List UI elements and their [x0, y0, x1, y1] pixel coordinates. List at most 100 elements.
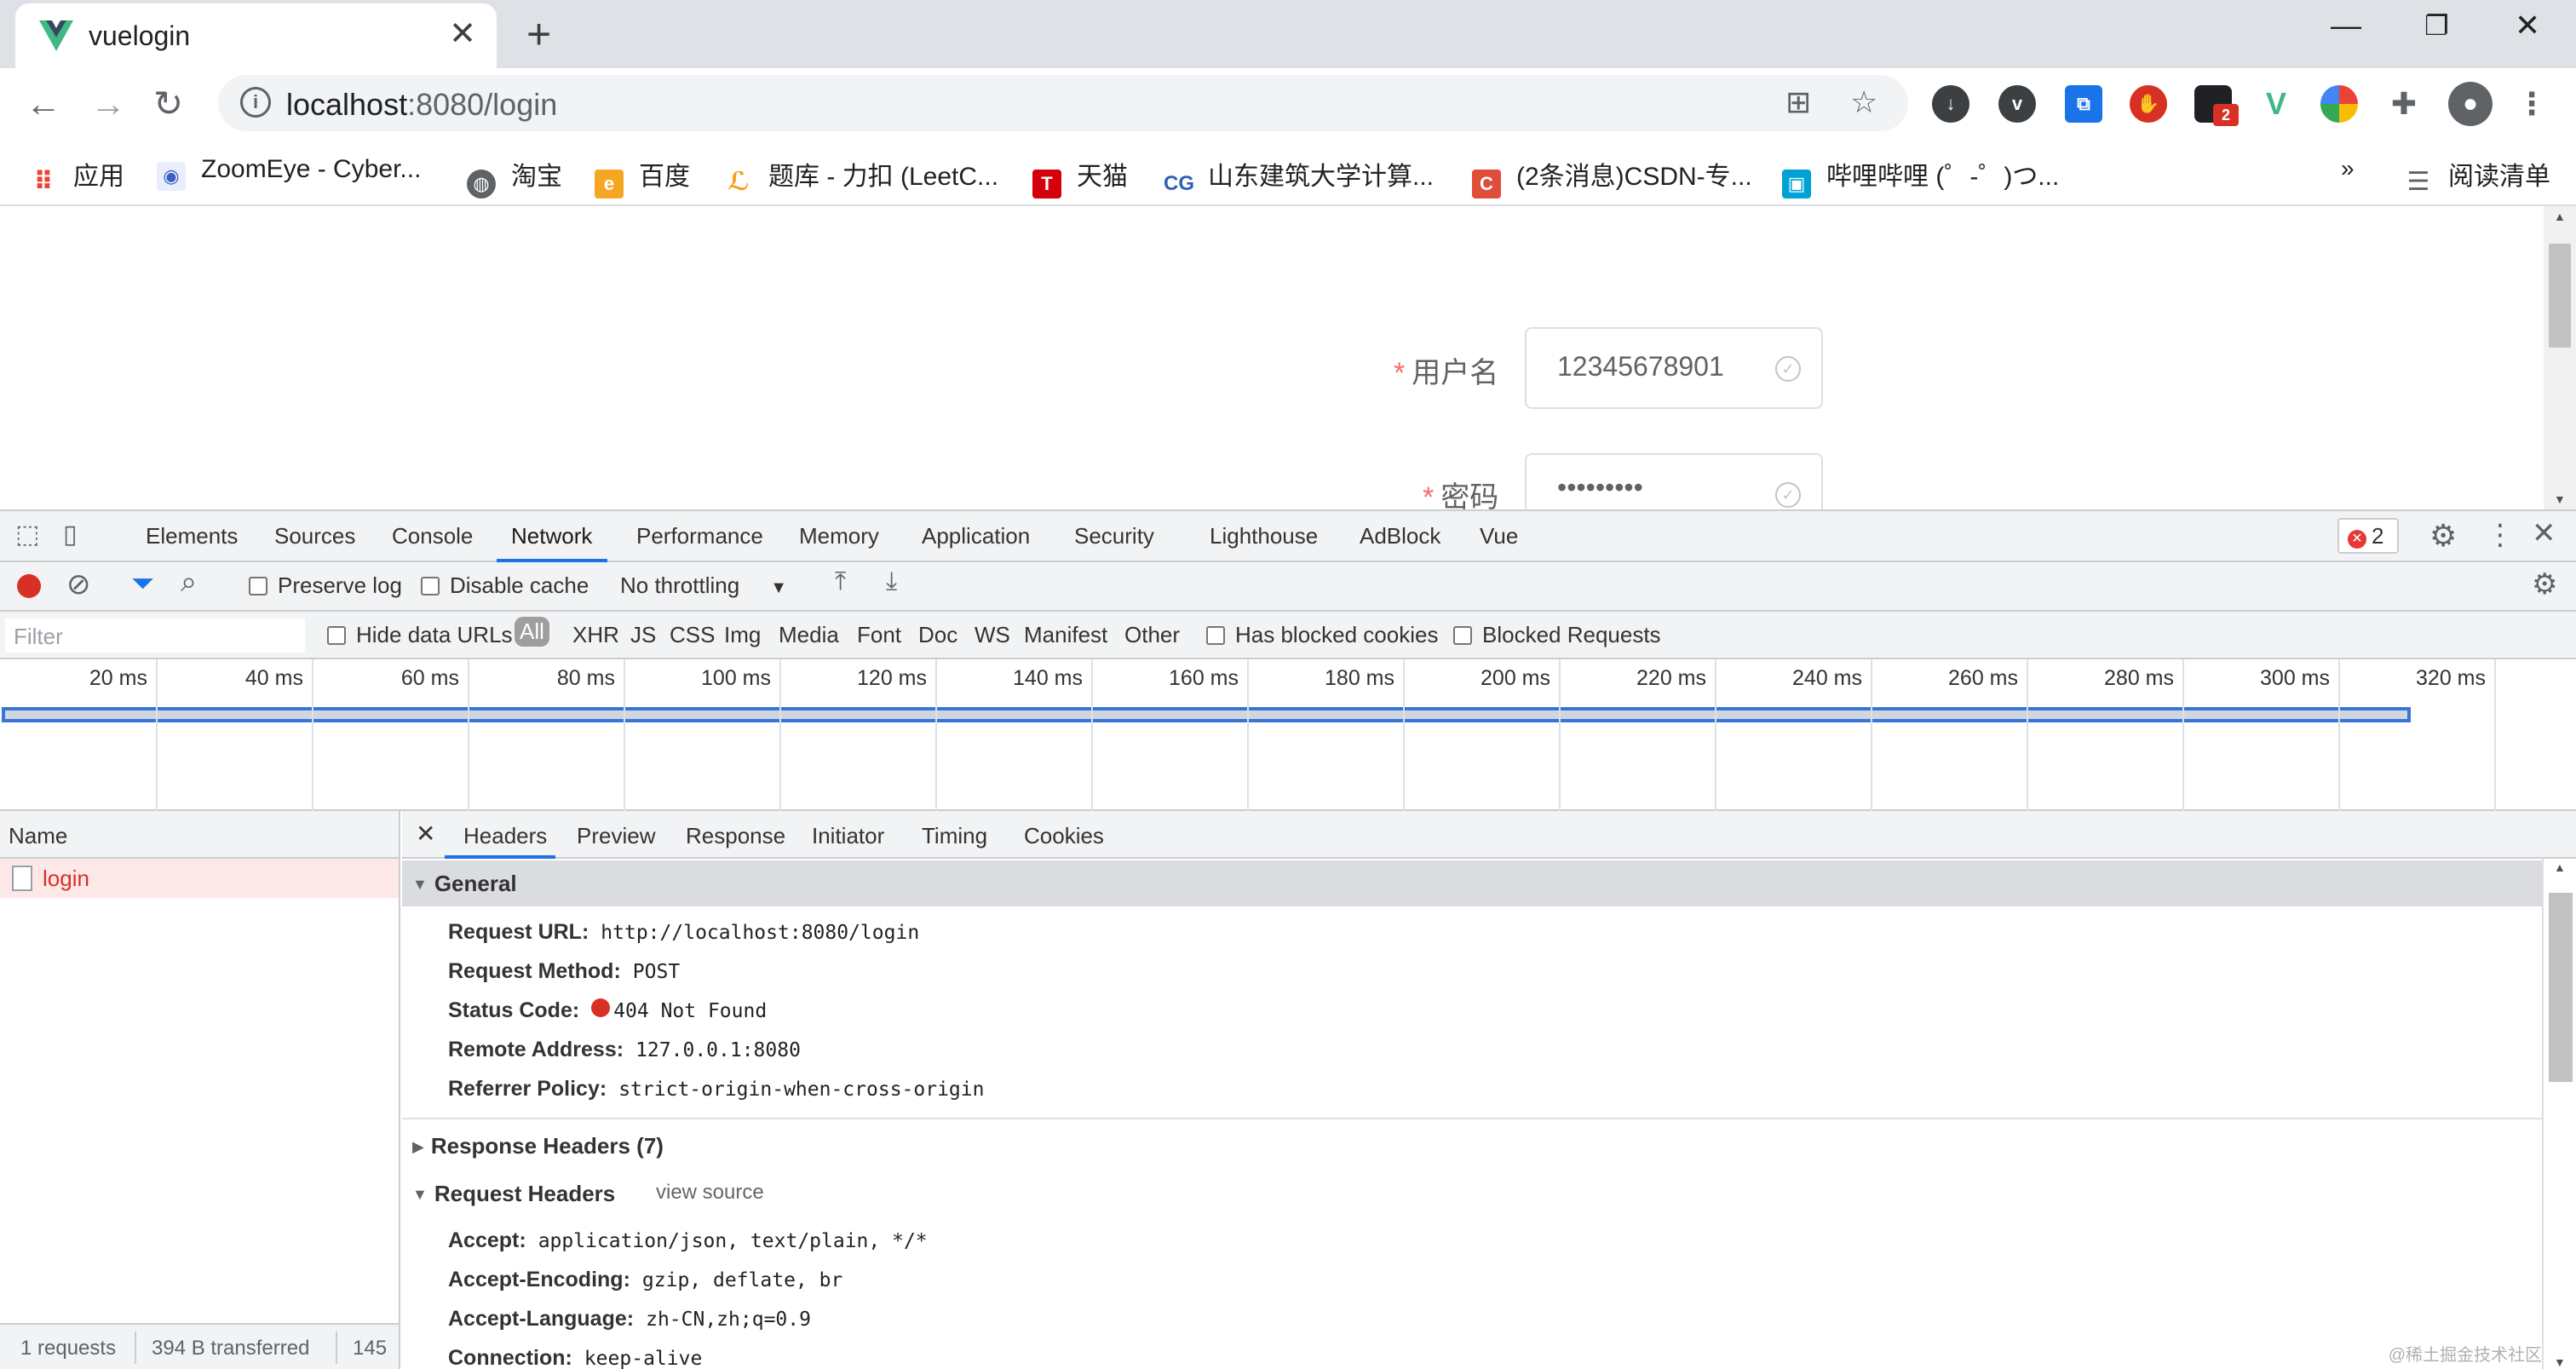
type-filter-xhr[interactable]: XHR: [572, 622, 619, 648]
throttling-select[interactable]: No throttling ▼: [620, 572, 787, 599]
record-icon[interactable]: [17, 574, 41, 598]
tab-application[interactable]: Application: [922, 523, 1030, 549]
scroll-down-icon[interactable]: ▼: [2554, 1355, 2566, 1369]
type-filter-js[interactable]: JS: [630, 622, 656, 648]
devtools-menu-icon[interactable]: ⋮: [2486, 518, 2515, 552]
tab-console[interactable]: Console: [392, 523, 473, 549]
window-close-icon[interactable]: ✕: [2515, 9, 2540, 43]
detail-tab-cookies[interactable]: Cookies: [1024, 823, 1104, 849]
inspect-element-icon[interactable]: ⬚: [15, 520, 39, 549]
response-headers-section-header[interactable]: ▶ Response Headers (7): [402, 1123, 2542, 1169]
page-scrollbar[interactable]: ▲ ▼: [2544, 206, 2576, 509]
clear-icon[interactable]: ⊘: [66, 567, 91, 601]
search-icon[interactable]: ⌕: [181, 566, 197, 599]
request-row[interactable]: login: [0, 859, 399, 898]
vd-extension-icon[interactable]: v: [1998, 85, 2036, 123]
detail-tab-preview[interactable]: Preview: [577, 823, 655, 849]
tab-security[interactable]: Security: [1074, 523, 1154, 549]
tab-adblock[interactable]: AdBlock: [1360, 523, 1440, 549]
vue-devtools-extension-icon[interactable]: V: [2257, 85, 2295, 123]
has-blocked-cookies-checkbox[interactable]: Has blocked cookies: [1206, 622, 1438, 648]
filter-input[interactable]: Filter: [5, 618, 305, 653]
detail-scroll-thumb[interactable]: [2549, 893, 2573, 1082]
username-input[interactable]: 12345678901 ✓: [1525, 327, 1823, 409]
disable-cache-checkbox[interactable]: Disable cache: [421, 572, 589, 599]
type-filter-manifest[interactable]: Manifest: [1024, 622, 1107, 648]
type-filter-other[interactable]: Other: [1124, 622, 1180, 648]
browser-tab[interactable]: vuelogin ✕: [15, 3, 497, 68]
devtools-settings-icon[interactable]: ⚙: [2429, 518, 2457, 554]
new-tab-icon[interactable]: +: [526, 10, 551, 58]
error-count-badge[interactable]: ✕ 2: [2337, 518, 2399, 554]
scroll-up-icon[interactable]: ▲: [2554, 210, 2566, 223]
back-icon[interactable]: ←: [26, 83, 61, 124]
detail-tab-response[interactable]: Response: [686, 823, 785, 849]
bookmark-sdjzu[interactable]: CG 山东建筑大学计算...: [1164, 155, 1434, 198]
bookmark-apps[interactable]: ⠿ 应用: [29, 155, 124, 197]
timeline-overview[interactable]: 20 ms 40 ms 60 ms 80 ms 100 ms 120 ms 140 ms 16…: [0, 659, 2576, 811]
address-bar[interactable]: i localhost:8080/login ⊞ ☆: [218, 75, 1908, 131]
scroll-down-icon[interactable]: ▼: [2554, 492, 2566, 506]
reading-list[interactable]: ☰ 阅读清单: [2404, 155, 2550, 197]
minimize-icon[interactable]: —: [2331, 9, 2361, 43]
bookmark-baidu[interactable]: e 百度: [595, 155, 690, 198]
bookmark-star-icon[interactable]: ☆: [1850, 85, 1877, 119]
page-scroll-thumb[interactable]: [2549, 244, 2571, 348]
bookmark-csdn[interactable]: C (2条消息)CSDN-专...: [1472, 155, 1752, 198]
tab-performance[interactable]: Performance: [636, 523, 763, 549]
translate-icon[interactable]: ⊞: [1785, 85, 1811, 119]
notification-extension-icon[interactable]: 2: [2194, 85, 2239, 126]
close-detail-icon[interactable]: ✕: [416, 820, 435, 848]
download-extension-icon[interactable]: ↓: [1932, 85, 1969, 123]
type-filter-img[interactable]: Img: [724, 622, 761, 648]
hide-data-urls-checkbox[interactable]: Hide data URLs: [327, 622, 513, 648]
type-filter-doc[interactable]: Doc: [918, 622, 957, 648]
detail-tab-timing[interactable]: Timing: [922, 823, 987, 849]
preserve-log-checkbox[interactable]: Preserve log: [249, 572, 402, 599]
tab-network[interactable]: Network: [511, 523, 592, 549]
type-filter-all[interactable]: All: [515, 617, 549, 647]
site-info-icon[interactable]: i: [240, 87, 271, 118]
bookmark-zoomeye[interactable]: ◉ ZoomEye - Cyber...: [157, 155, 421, 191]
tab-vue[interactable]: Vue: [1480, 523, 1518, 549]
device-toolbar-icon[interactable]: ▯: [63, 520, 78, 549]
name-column-header[interactable]: Name: [9, 823, 67, 849]
reload-icon[interactable]: ↻: [153, 83, 183, 124]
restore-icon[interactable]: ❐: [2424, 9, 2449, 43]
filter-icon[interactable]: ⏷: [131, 567, 154, 601]
network-settings-icon[interactable]: ⚙: [2532, 567, 2557, 601]
profile-avatar-icon[interactable]: ●: [2448, 82, 2493, 126]
extensions-puzzle-icon[interactable]: ✚: [2385, 85, 2423, 123]
browser-menu-icon[interactable]: ⋮: [2513, 85, 2550, 123]
type-filter-font[interactable]: Font: [857, 622, 901, 648]
adblock-extension-icon[interactable]: ✋: [2130, 85, 2167, 123]
type-filter-ws[interactable]: WS: [975, 622, 1010, 648]
detail-tab-headers[interactable]: Headers: [463, 823, 547, 849]
tab-elements[interactable]: Elements: [146, 523, 238, 549]
copy-extension-icon[interactable]: ⧉: [2065, 85, 2102, 123]
scroll-up-icon[interactable]: ▲: [2554, 860, 2566, 874]
export-har-icon[interactable]: ⤓: [886, 567, 897, 596]
detail-scrollbar[interactable]: ▲ ▼: [2542, 859, 2576, 1369]
request-headers-section-header[interactable]: ▼ Request Headers view source: [402, 1171, 2542, 1217]
type-filter-css[interactable]: CSS: [670, 622, 715, 648]
import-har-icon[interactable]: ⤒: [835, 567, 846, 596]
detail-tab-initiator[interactable]: Initiator: [812, 823, 884, 849]
devtools-close-icon[interactable]: ✕: [2532, 516, 2556, 550]
type-filter-media[interactable]: Media: [779, 622, 839, 648]
blocked-requests-checkbox[interactable]: Blocked Requests: [1453, 622, 1661, 648]
bookmark-leetcode[interactable]: ℒ 题库 - 力扣 (LeetC...: [724, 155, 998, 197]
general-section-header[interactable]: ▼ General: [402, 860, 2542, 906]
bookmark-taobao[interactable]: ◍ 淘宝: [467, 155, 562, 198]
forward-icon[interactable]: →: [90, 83, 126, 124]
bookmark-bilibili[interactable]: ▣ 哔哩哔哩 (゜-゜)つ...: [1782, 155, 2059, 198]
tab-memory[interactable]: Memory: [799, 523, 879, 549]
bookmarks-overflow-icon[interactable]: »: [2341, 155, 2355, 182]
tab-close-icon[interactable]: ✕: [449, 17, 476, 51]
color-extension-icon[interactable]: [2320, 85, 2358, 123]
bookmark-tmall[interactable]: T 天猫: [1032, 155, 1128, 198]
tab-lighthouse[interactable]: Lighthouse: [1210, 523, 1318, 549]
tab-sources[interactable]: Sources: [274, 523, 355, 549]
password-input[interactable]: ••••••••• ✓: [1525, 453, 1823, 509]
view-source-link[interactable]: view source: [656, 1181, 764, 1205]
